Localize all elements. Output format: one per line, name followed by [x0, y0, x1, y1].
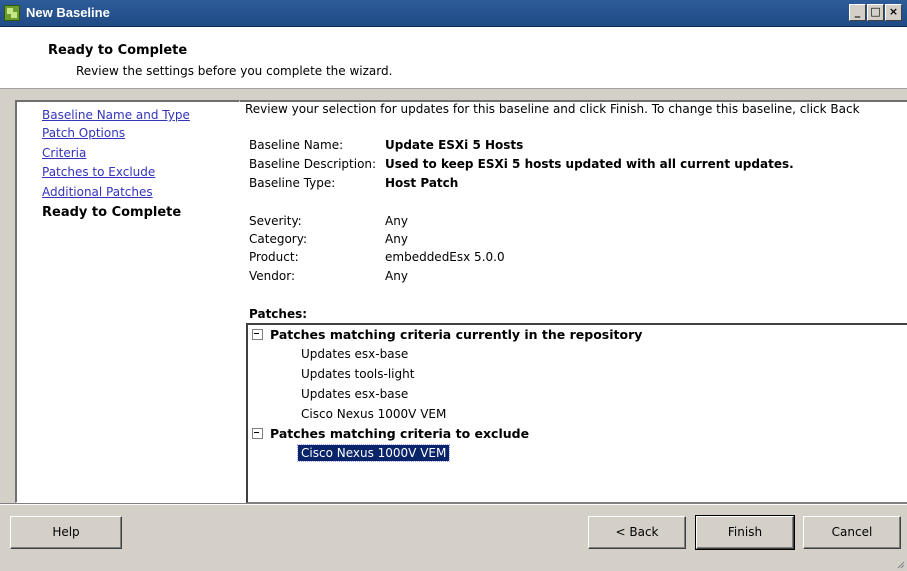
severity-value: Any [385, 214, 408, 228]
page-subtitle: Review the settings before you complete … [76, 64, 393, 78]
tree-group-repository[interactable]: Patches matching criteria currently in t… [252, 327, 642, 342]
baseline-type-value: Host Patch [385, 176, 459, 190]
tree-item-selected[interactable]: Cisco Nexus 1000V VEM [296, 444, 451, 462]
tree-item[interactable]: Updates esx-base [298, 346, 411, 362]
baseline-description-value: Used to keep ESXi 5 hosts updated with a… [385, 157, 794, 171]
baseline-type-label: Baseline Type: [249, 176, 336, 190]
maximize-button[interactable]: □ [867, 4, 884, 21]
title-bar[interactable]: New Baseline _ □ × [0, 0, 907, 27]
tree-group-label: Patches matching criteria to exclude [270, 426, 530, 441]
product-value: embeddedEsx 5.0.0 [385, 250, 505, 264]
page-title: Ready to Complete [48, 43, 188, 58]
back-button[interactable]: < Back [588, 516, 686, 549]
step-additional-patches[interactable]: Additional Patches [42, 185, 153, 199]
wizard-steps-nav: Baseline Name and Type Patch Options Cri… [15, 100, 240, 503]
vendor-value: Any [385, 269, 408, 283]
category-value: Any [385, 232, 408, 246]
finish-button[interactable]: Finish [695, 515, 795, 550]
collapse-icon[interactable] [252, 428, 263, 439]
step-baseline-name-and-type[interactable]: Baseline Name and Type [42, 108, 190, 122]
baseline-description-label: Baseline Description: [249, 157, 377, 171]
baseline-name-value: Update ESXi 5 Hosts [385, 138, 524, 152]
vendor-label: Vendor: [249, 269, 295, 283]
patches-label: Patches: [249, 307, 308, 321]
app-icon [4, 5, 20, 21]
minimize-button[interactable]: _ [849, 4, 866, 21]
tree-item[interactable]: Updates esx-base [298, 386, 411, 402]
tree-group-label: Patches matching criteria currently in t… [270, 327, 643, 342]
step-ready-to-complete: Ready to Complete [42, 205, 182, 220]
step-patches-to-exclude[interactable]: Patches to Exclude [42, 165, 155, 179]
summary-panel: Review your selection for updates for th… [240, 100, 907, 503]
resize-grip-icon[interactable] [895, 559, 905, 569]
window-title: New Baseline [26, 5, 110, 20]
product-label: Product: [249, 250, 299, 264]
tree-item[interactable]: Cisco Nexus 1000V VEM [298, 406, 449, 422]
summary-intro: Review your selection for updates for th… [245, 102, 860, 116]
patches-tree[interactable]: Patches matching criteria currently in t… [246, 323, 907, 503]
tree-group-exclude[interactable]: Patches matching criteria to exclude [252, 426, 529, 441]
severity-label: Severity: [249, 214, 302, 228]
wizard-header: Ready to Complete Review the settings be… [0, 27, 907, 89]
footer-divider [0, 503, 907, 505]
category-label: Category: [249, 232, 307, 246]
tree-item[interactable]: Updates tools-light [298, 366, 417, 382]
help-button[interactable]: Help [10, 516, 122, 549]
step-patch-options[interactable]: Patch Options [42, 126, 125, 140]
cancel-button[interactable]: Cancel [803, 516, 901, 549]
baseline-name-label: Baseline Name: [249, 138, 344, 152]
step-criteria[interactable]: Criteria [42, 146, 86, 160]
collapse-icon[interactable] [252, 329, 263, 340]
close-button[interactable]: × [885, 4, 902, 21]
